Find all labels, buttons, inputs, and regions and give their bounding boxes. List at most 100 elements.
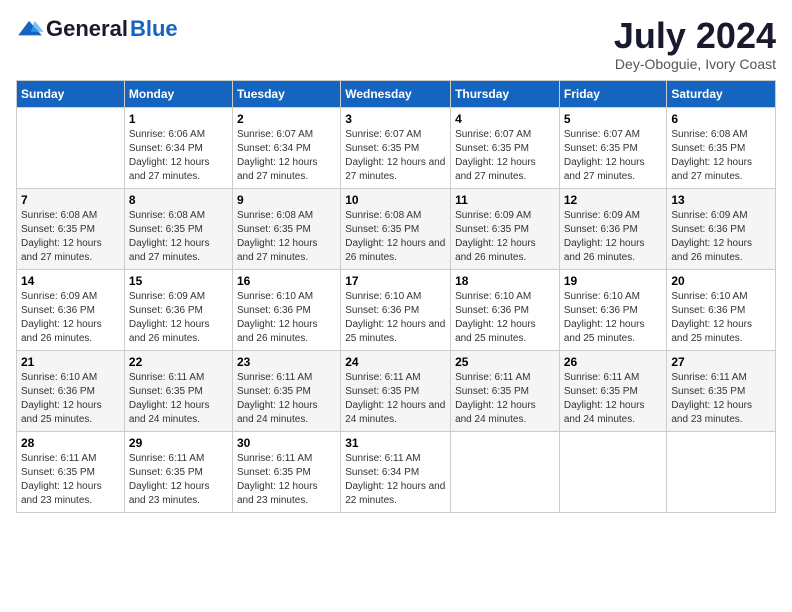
logo-general: General — [46, 16, 128, 42]
day-number: 1 — [129, 112, 228, 126]
calendar-cell: 6Sunrise: 6:08 AMSunset: 6:35 PMDaylight… — [667, 107, 776, 188]
day-info: Sunrise: 6:09 AMSunset: 6:36 PMDaylight:… — [21, 290, 120, 346]
calendar-cell: 17 Sunrise: 6:10 AMSunset: 6:36 PMDayligh… — [341, 269, 451, 350]
calendar-week-3: 14 Sunrise: 6:09 AMSunset: 6:36 PMDayligh… — [17, 269, 776, 350]
day-info: Sunrise: 6:10 AMSunset: 6:36 PMDaylight:… — [237, 290, 336, 346]
logo-icon — [16, 19, 44, 39]
location: Dey-Oboguie, Ivory Coast — [614, 56, 776, 72]
day-number: 4 — [455, 112, 555, 126]
day-number: 3 — [345, 112, 446, 126]
day-number: 11 — [455, 193, 555, 207]
day-info: Sunrise: 6:10 AMSunset: 6:36 PMDaylight:… — [345, 290, 446, 346]
day-header-monday: Monday — [124, 80, 232, 107]
day-number: 20 — [671, 274, 771, 288]
day-number: 25 — [455, 355, 555, 369]
day-number: 15 — [129, 274, 228, 288]
day-info: Sunrise: 6:09 AMSunset: 6:36 PMDaylight:… — [671, 209, 771, 265]
calendar-cell — [559, 431, 667, 512]
calendar-cell: 30 Sunrise: 6:11 AMSunset: 6:35 PMDayligh… — [232, 431, 340, 512]
calendar-cell: 27 Sunrise: 6:11 AMSunset: 6:35 PMDayligh… — [667, 350, 776, 431]
day-info: Sunrise: 6:08 AMSunset: 6:35 PMDaylight:… — [129, 209, 228, 265]
day-info: Sunrise: 6:08 AMSunset: 6:35 PMDaylight:… — [671, 128, 771, 184]
calendar-cell: 19Sunrise: 6:10 AMSunset: 6:36 PMDayligh… — [559, 269, 667, 350]
day-number: 8 — [129, 193, 228, 207]
month-title: July 2024 — [614, 16, 776, 56]
day-info: Sunrise: 6:11 AMSunset: 6:35 PMDaylight:… — [671, 371, 771, 427]
calendar-body: 1 Sunrise: 6:06 AMSunset: 6:34 PMDaylight… — [17, 107, 776, 512]
day-header-thursday: Thursday — [451, 80, 560, 107]
day-info: Sunrise: 6:09 AMSunset: 6:35 PMDaylight:… — [455, 209, 555, 265]
calendar-cell: 14 Sunrise: 6:09 AMSunset: 6:36 PMDayligh… — [17, 269, 125, 350]
calendar-cell: 21 Sunrise: 6:10 AMSunset: 6:36 PMDayligh… — [17, 350, 125, 431]
calendar-cell: 2 Sunrise: 6:07 AMSunset: 6:34 PMDaylight… — [232, 107, 340, 188]
day-number: 21 — [21, 355, 120, 369]
day-number: 17 — [345, 274, 446, 288]
day-number: 2 — [237, 112, 336, 126]
day-number: 16 — [237, 274, 336, 288]
day-info: Sunrise: 6:11 AMSunset: 6:35 PMDaylight:… — [237, 452, 336, 508]
calendar-table: SundayMondayTuesdayWednesdayThursdayFrid… — [16, 80, 776, 513]
day-info: Sunrise: 6:07 AMSunset: 6:35 PMDaylight:… — [564, 128, 663, 184]
calendar-cell — [17, 107, 125, 188]
day-info: Sunrise: 6:11 AMSunset: 6:35 PMDaylight:… — [21, 452, 120, 508]
calendar-cell: 20Sunrise: 6:10 AMSunset: 6:36 PMDayligh… — [667, 269, 776, 350]
day-number: 18 — [455, 274, 555, 288]
calendar-cell — [451, 431, 560, 512]
calendar-cell: 18 Sunrise: 6:10 AMSunset: 6:36 PMDayligh… — [451, 269, 560, 350]
calendar-cell: 24 Sunrise: 6:11 AMSunset: 6:35 PMDayligh… — [341, 350, 451, 431]
day-info: Sunrise: 6:08 AMSunset: 6:35 PMDaylight:… — [21, 209, 120, 265]
day-info: Sunrise: 6:11 AMSunset: 6:35 PMDaylight:… — [129, 371, 228, 427]
calendar-week-2: 7Sunrise: 6:08 AMSunset: 6:35 PMDaylight… — [17, 188, 776, 269]
day-header-tuesday: Tuesday — [232, 80, 340, 107]
day-number: 31 — [345, 436, 446, 450]
calendar-cell: 3Sunrise: 6:07 AMSunset: 6:35 PMDaylight… — [341, 107, 451, 188]
calendar-cell: 28Sunrise: 6:11 AMSunset: 6:35 PMDayligh… — [17, 431, 125, 512]
day-info: Sunrise: 6:06 AMSunset: 6:34 PMDaylight:… — [129, 128, 228, 184]
calendar-cell — [667, 431, 776, 512]
calendar-header-row: SundayMondayTuesdayWednesdayThursdayFrid… — [17, 80, 776, 107]
day-info: Sunrise: 6:10 AMSunset: 6:36 PMDaylight:… — [455, 290, 555, 346]
day-info: Sunrise: 6:08 AMSunset: 6:35 PMDaylight:… — [345, 209, 446, 265]
calendar-cell: 26Sunrise: 6:11 AMSunset: 6:35 PMDayligh… — [559, 350, 667, 431]
title-section: July 2024 Dey-Oboguie, Ivory Coast — [614, 16, 776, 72]
calendar-cell: 4 Sunrise: 6:07 AMSunset: 6:35 PMDaylight… — [451, 107, 560, 188]
day-info: Sunrise: 6:11 AMSunset: 6:35 PMDaylight:… — [237, 371, 336, 427]
calendar-cell: 31 Sunrise: 6:11 AMSunset: 6:34 PMDayligh… — [341, 431, 451, 512]
day-number: 27 — [671, 355, 771, 369]
day-info: Sunrise: 6:11 AMSunset: 6:35 PMDaylight:… — [564, 371, 663, 427]
calendar-cell: 12 Sunrise: 6:09 AMSunset: 6:36 PMDayligh… — [559, 188, 667, 269]
calendar-cell: 16 Sunrise: 6:10 AMSunset: 6:36 PMDayligh… — [232, 269, 340, 350]
day-number: 22 — [129, 355, 228, 369]
day-number: 12 — [564, 193, 663, 207]
calendar-cell: 1 Sunrise: 6:06 AMSunset: 6:34 PMDaylight… — [124, 107, 232, 188]
day-header-saturday: Saturday — [667, 80, 776, 107]
day-info: Sunrise: 6:11 AMSunset: 6:34 PMDaylight:… — [345, 452, 446, 508]
day-header-friday: Friday — [559, 80, 667, 107]
day-info: Sunrise: 6:10 AMSunset: 6:36 PMDaylight:… — [564, 290, 663, 346]
day-info: Sunrise: 6:07 AMSunset: 6:35 PMDaylight:… — [455, 128, 555, 184]
page-header: GeneralBlue July 2024 Dey-Oboguie, Ivory… — [16, 16, 776, 72]
day-info: Sunrise: 6:11 AMSunset: 6:35 PMDaylight:… — [345, 371, 446, 427]
logo-blue: Blue — [130, 16, 178, 42]
calendar-cell: 25 Sunrise: 6:11 AMSunset: 6:35 PMDayligh… — [451, 350, 560, 431]
logo: GeneralBlue — [16, 16, 178, 42]
day-info: Sunrise: 6:09 AMSunset: 6:36 PMDaylight:… — [564, 209, 663, 265]
calendar-cell: 13Sunrise: 6:09 AMSunset: 6:36 PMDayligh… — [667, 188, 776, 269]
calendar-cell: 10 Sunrise: 6:08 AMSunset: 6:35 PMDayligh… — [341, 188, 451, 269]
calendar-cell: 22 Sunrise: 6:11 AMSunset: 6:35 PMDayligh… — [124, 350, 232, 431]
day-number: 23 — [237, 355, 336, 369]
calendar-cell: 8 Sunrise: 6:08 AMSunset: 6:35 PMDaylight… — [124, 188, 232, 269]
calendar-cell: 5 Sunrise: 6:07 AMSunset: 6:35 PMDaylight… — [559, 107, 667, 188]
calendar-cell: 15Sunrise: 6:09 AMSunset: 6:36 PMDayligh… — [124, 269, 232, 350]
calendar-cell: 9Sunrise: 6:08 AMSunset: 6:35 PMDaylight… — [232, 188, 340, 269]
calendar-week-4: 21 Sunrise: 6:10 AMSunset: 6:36 PMDayligh… — [17, 350, 776, 431]
day-info: Sunrise: 6:07 AMSunset: 6:34 PMDaylight:… — [237, 128, 336, 184]
day-number: 29 — [129, 436, 228, 450]
day-number: 10 — [345, 193, 446, 207]
day-number: 5 — [564, 112, 663, 126]
day-info: Sunrise: 6:11 AMSunset: 6:35 PMDaylight:… — [455, 371, 555, 427]
day-number: 14 — [21, 274, 120, 288]
day-number: 24 — [345, 355, 446, 369]
day-number: 30 — [237, 436, 336, 450]
day-info: Sunrise: 6:10 AMSunset: 6:36 PMDaylight:… — [21, 371, 120, 427]
